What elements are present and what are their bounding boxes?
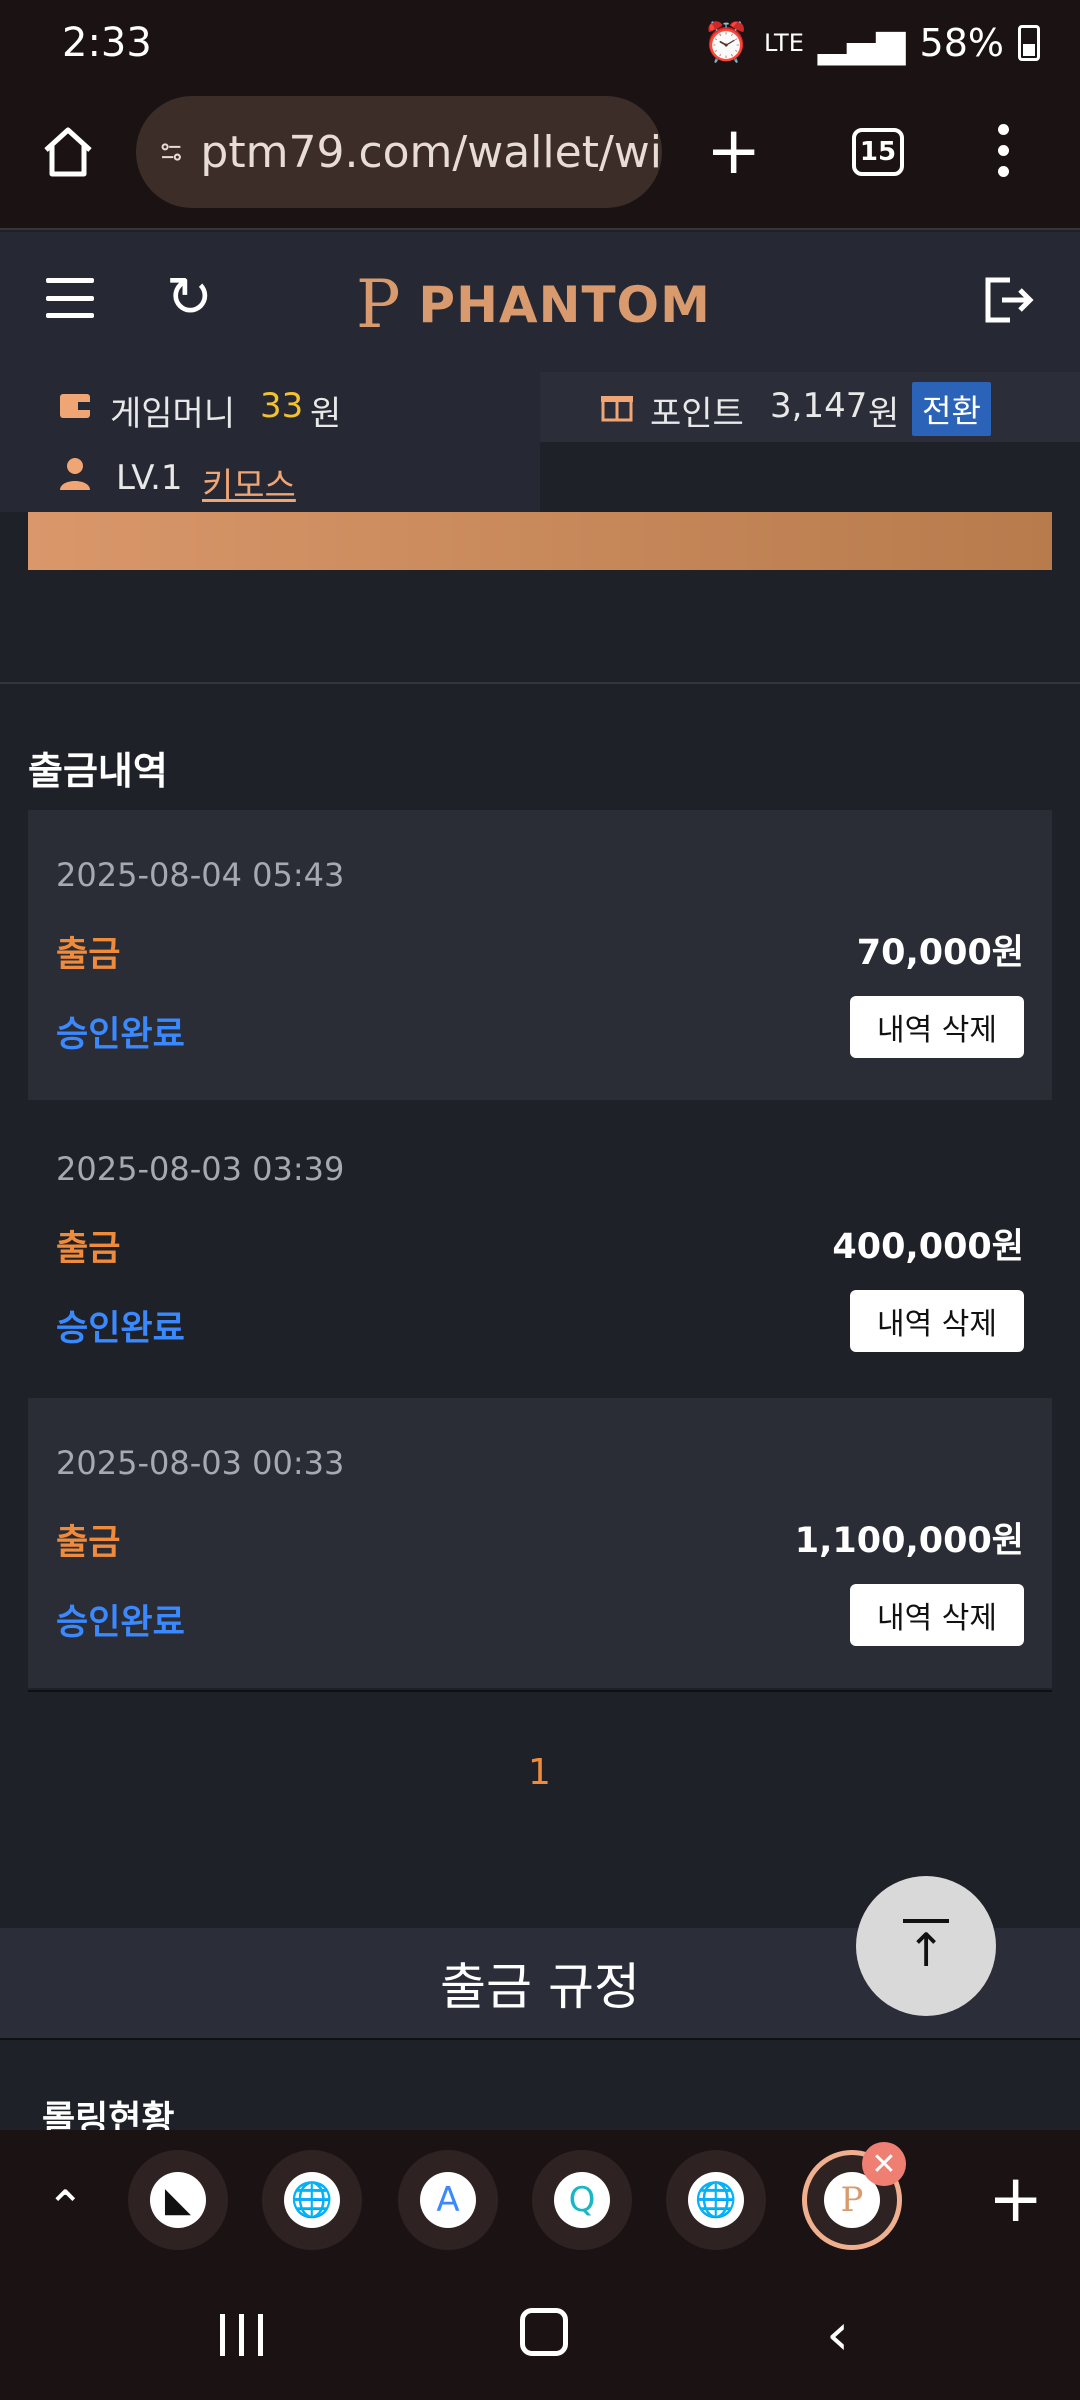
status-bar: 2:33 ⏰ LTE ▂▄▆ 58% — [0, 0, 1080, 90]
section-divider — [0, 682, 1080, 684]
scroll-top-button[interactable]: ↑ — [856, 1876, 996, 2016]
page-number-button[interactable]: 1 — [528, 1752, 551, 1793]
chevron-up-icon[interactable]: ⌃ — [46, 2180, 85, 2234]
withdraw-item: 2025-08-03 00:33 출금 1,100,000원 승인완료 내역 삭… — [28, 1398, 1052, 1688]
withdraw-status: 승인완료 — [56, 1015, 185, 1055]
tab-thumbnail[interactable]: Q — [532, 2150, 632, 2250]
points-value: 3,147 — [770, 386, 868, 426]
status-icons: ⏰ LTE ▂▄▆ 58% — [703, 20, 1040, 65]
points-currency: 원 — [868, 394, 900, 434]
wallet-icon — [60, 394, 90, 418]
delete-history-button[interactable]: 내역 삭제 — [850, 996, 1024, 1058]
submit-withdraw-button[interactable] — [28, 512, 1052, 570]
tab-thumbnail[interactable]: A — [398, 2150, 498, 2250]
arrow-up-icon: ↑ — [906, 1923, 946, 1977]
withdraw-item: 2025-08-04 05:43 출금 70,000원 승인완료 내역 삭제 — [28, 810, 1052, 1100]
logo-mark: P — [356, 266, 401, 343]
user-level: LV.1 — [116, 458, 183, 498]
site-settings-icon — [161, 143, 181, 161]
battery-icon — [1018, 24, 1040, 61]
withdraw-type: 출금 — [56, 1523, 121, 1563]
game-money-box: 게임머니 33 원 — [0, 372, 540, 442]
address-bar[interactable]: ptm79.com/wallet/wi — [136, 96, 662, 208]
withdraw-amount: 1,100,000원 — [794, 1521, 1024, 1561]
recent-apps-button[interactable] — [220, 2314, 263, 2356]
lte-label: LTE — [763, 28, 804, 57]
user-icon — [60, 458, 90, 490]
url-text: ptm79.com/wallet/wi — [200, 126, 662, 178]
logo-text: PHANTOM — [418, 276, 711, 334]
withdraw-type: 출금 — [56, 935, 121, 975]
status-time: 2:33 — [62, 20, 152, 66]
withdraw-date: 2025-08-03 00:33 — [56, 1444, 345, 1482]
list-divider — [28, 1690, 1052, 1692]
delete-history-button[interactable]: 내역 삭제 — [850, 1290, 1024, 1352]
compass-icon: ◣ — [150, 2172, 206, 2228]
letter-q-icon: Q — [554, 2172, 610, 2228]
battery-percent: 58% — [919, 20, 1004, 65]
system-nav-bar: ‹ — [0, 2270, 1080, 2400]
wallet-summary: 게임머니 33 원 포인트 3,147 원 전환 — [0, 372, 1080, 442]
withdraw-amount: 70,000원 — [856, 933, 1024, 973]
letter-a-icon: A — [420, 2172, 476, 2228]
browser-menu-button[interactable] — [998, 124, 1009, 177]
refresh-icon[interactable]: ↻ — [166, 270, 213, 326]
tab-thumbnail[interactable]: 🌐 — [262, 2150, 362, 2250]
withdraw-status: 승인완료 — [56, 1309, 185, 1349]
withdraw-item: 2025-08-03 03:39 출금 400,000원 승인완료 내역 삭제 — [28, 1104, 1052, 1394]
points-box: 포인트 3,147 원 전환 — [540, 372, 1080, 442]
convert-button[interactable]: 전환 — [912, 382, 991, 436]
menu-icon[interactable] — [46, 278, 94, 318]
tab-thumbnail[interactable]: ◣ — [128, 2150, 228, 2250]
withdraw-rules-title: 출금 규정 — [440, 1958, 640, 2016]
site-logo[interactable]: P PHANTOM — [356, 272, 711, 338]
withdraw-date: 2025-08-04 05:43 — [56, 856, 345, 894]
username-link[interactable]: 키모스 — [202, 458, 296, 507]
tab-switcher-button[interactable]: 15 — [852, 128, 904, 176]
user-level-box: LV.1 키모스 — [0, 442, 540, 512]
home-nav-button[interactable] — [520, 2308, 568, 2356]
withdraw-type: 출금 — [56, 1229, 121, 1269]
game-money-value: 33 — [260, 386, 304, 426]
signal-icon: ▂▄▆ — [817, 20, 906, 65]
bottom-tab-strip: ⌃ ◣ 🌐 A Q 🌐 P ✕ + — [0, 2130, 1080, 2270]
withdraw-status: 승인완료 — [56, 1603, 185, 1643]
logout-icon[interactable] — [980, 272, 1036, 328]
tab-thumbnail[interactable]: 🌐 — [666, 2150, 766, 2250]
new-tab-button[interactable]: + — [706, 118, 761, 184]
gift-icon — [601, 396, 633, 422]
delete-history-button[interactable]: 내역 삭제 — [850, 1584, 1024, 1646]
withdraw-date: 2025-08-03 03:39 — [56, 1150, 345, 1188]
home-icon — [44, 127, 92, 177]
back-button[interactable]: ‹ — [826, 2300, 849, 2368]
close-tab-icon[interactable]: ✕ — [862, 2142, 906, 2186]
site-header: ↻ P PHANTOM — [0, 232, 1080, 372]
browser-toolbar: ptm79.com/wallet/wi + 15 — [0, 90, 1080, 230]
withdraw-amount: 400,000원 — [832, 1227, 1024, 1267]
home-button[interactable] — [36, 120, 100, 184]
game-money-label: 게임머니 — [110, 394, 236, 434]
globe-icon: 🌐 — [688, 2172, 744, 2228]
game-money-currency: 원 — [310, 394, 342, 434]
globe-icon: 🌐 — [284, 2172, 340, 2228]
add-tab-button[interactable]: + — [988, 2166, 1043, 2232]
alarm-icon: ⏰ — [702, 20, 750, 64]
points-label: 포인트 — [650, 394, 744, 434]
withdraw-history-title: 출금내역 — [28, 749, 168, 793]
